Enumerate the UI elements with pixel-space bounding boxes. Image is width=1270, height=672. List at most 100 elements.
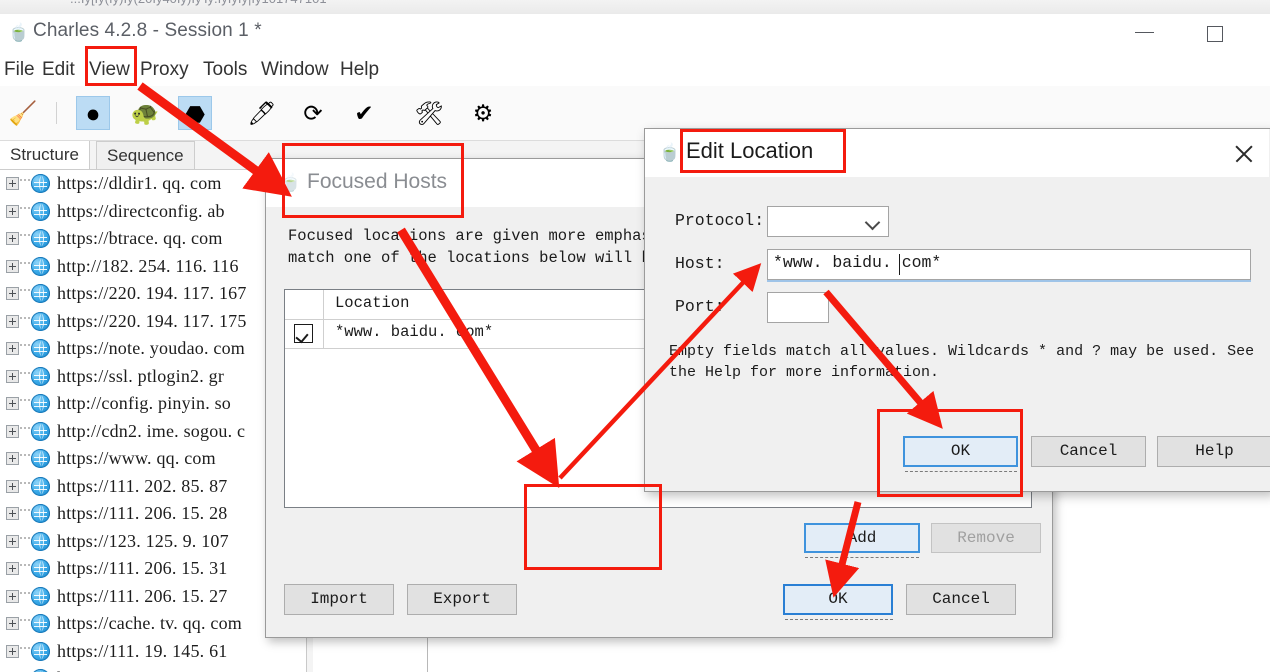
tree-row[interactable]: https://111. 206. 15. 27	[0, 583, 306, 611]
host-autocomplete-suggestion[interactable]: *www. baidu. com*	[767, 280, 1251, 290]
location-enabled-checkbox[interactable]	[294, 324, 313, 343]
minimize-button[interactable]	[1122, 14, 1168, 52]
tree-row[interactable]: https://cache. tv. qq. com	[0, 610, 306, 638]
tree-row[interactable]: https://111. 19. 145. 61	[0, 638, 306, 666]
background-window-ghost-text: ...Ìý[Ìý(Ìý)Ìý(20Ìý40Ìý)Ìý'Ìý.ÌýÌýÌý|Ìý1…	[70, 0, 327, 6]
tree-row-label: https://111. 12. 179. 100	[57, 668, 237, 672]
tree-row[interactable]: https://www. qq. com	[0, 445, 306, 473]
tree-connector	[20, 454, 30, 458]
gear-icon[interactable]: ⚙	[466, 96, 500, 130]
tree-connector	[20, 591, 30, 596]
menu-item-help[interactable]: Help	[340, 54, 379, 85]
broom-icon[interactable]: 🧹	[6, 96, 40, 130]
tree-row[interactable]: https://111. 202. 85. 87	[0, 473, 306, 501]
menu-item-window[interactable]: Window	[261, 54, 329, 85]
menu-item-tools[interactable]: Tools	[203, 54, 247, 85]
host-tree[interactable]: https://dldir1. qq. com https://directcon…	[0, 170, 306, 672]
tree-row[interactable]: http://182. 254. 116. 116	[0, 253, 306, 281]
close-icon[interactable]	[1229, 139, 1259, 169]
table-row-checkbox-cell	[285, 319, 324, 348]
breakpoint-stop-icon[interactable]: ⬣	[178, 96, 212, 130]
wrench-screwdriver-icon[interactable]: 🛠	[412, 96, 446, 130]
tree-row[interactable]: http://config. pinyin. so	[0, 390, 306, 418]
expand-plus-icon[interactable]	[6, 314, 19, 328]
tree-row[interactable]: http://cdn2. ime. sogou. c	[0, 418, 306, 446]
tree-row[interactable]: https://111. 206. 15. 31	[0, 555, 306, 583]
menu-item-file[interactable]: File	[4, 54, 35, 85]
expand-plus-icon[interactable]	[6, 534, 19, 548]
tree-row-label: https://cache. tv. qq. com	[57, 613, 242, 633]
expand-plus-icon[interactable]	[6, 562, 19, 575]
menu-item-view[interactable]: View	[89, 54, 130, 85]
focused-hosts-add-button[interactable]: Add	[804, 523, 920, 553]
focused-hosts-remove-button[interactable]: Remove	[931, 523, 1041, 553]
globe-icon	[31, 586, 50, 606]
maximize-button[interactable]	[1192, 14, 1238, 52]
tree-row[interactable]: https://123. 125. 9. 107	[0, 528, 306, 556]
expand-plus-icon[interactable]	[6, 479, 19, 493]
expand-plus-icon[interactable]	[6, 424, 19, 438]
turtle-icon[interactable]: 🐢	[128, 96, 162, 130]
tree-connector	[20, 234, 30, 238]
expand-plus-icon[interactable]	[6, 397, 19, 410]
expand-plus-icon[interactable]	[6, 617, 19, 630]
expand-plus-icon[interactable]	[6, 259, 19, 273]
pen-icon[interactable]: 🖊	[245, 96, 279, 130]
expand-plus-icon[interactable]	[6, 507, 19, 520]
tree-row-label: https://111. 206. 15. 27	[57, 585, 228, 606]
expand-plus-icon[interactable]	[6, 452, 19, 465]
window-title: Charles 4.2.8 - Session 1 *	[33, 20, 262, 41]
expand-plus-icon[interactable]	[6, 369, 19, 383]
tree-row-label: http://cdn2. ime. sogou. c	[57, 420, 246, 441]
tree-row-label: https://111. 206. 15. 28	[57, 503, 228, 523]
globe-icon	[31, 339, 50, 358]
tree-row[interactable]: https://directconfig. ab	[0, 198, 306, 226]
tree-row-label: https://220. 194. 117. 175	[57, 310, 247, 331]
expand-plus-icon[interactable]	[6, 342, 19, 355]
expand-plus-icon[interactable]	[6, 204, 19, 218]
tree-row-label: https://directconfig. ab	[57, 200, 225, 221]
globe-icon	[31, 311, 50, 331]
expand-plus-icon[interactable]	[6, 589, 19, 603]
tree-row[interactable]: https://dldir1. qq. com	[0, 170, 306, 198]
globe-icon	[31, 614, 50, 633]
tree-row[interactable]: https://btrace. qq. com	[0, 225, 306, 253]
tree-row[interactable]: https://note. youdao. com	[0, 335, 306, 363]
tree-connector	[20, 536, 30, 541]
expand-plus-icon[interactable]	[6, 177, 19, 190]
tree-connector	[20, 426, 30, 431]
tree-row-label: https://ssl. ptlogin2. gr	[57, 365, 225, 386]
edit-location-help-button[interactable]: Help	[1157, 436, 1270, 467]
expand-plus-icon[interactable]	[6, 287, 19, 300]
focused-hosts-import-button[interactable]: Import	[284, 584, 394, 615]
protocol-select[interactable]	[767, 206, 889, 237]
expand-plus-icon[interactable]	[6, 644, 19, 658]
focused-hosts-cancel-button[interactable]: Cancel	[906, 584, 1016, 615]
tab-structure[interactable]: Structure	[0, 141, 90, 169]
menu-item-edit[interactable]: Edit	[42, 54, 75, 85]
tree-row[interactable]: https://ssl. ptlogin2. gr	[0, 363, 306, 391]
tab-sequence[interactable]: Sequence	[96, 141, 195, 169]
edit-location-ok-button[interactable]: OK	[903, 436, 1018, 467]
tree-row[interactable]: https://220. 194. 117. 167	[0, 280, 306, 308]
tree-row[interactable]: https://111. 12. 179. 100	[0, 665, 306, 672]
repeat-refresh-icon[interactable]: ⟳	[296, 96, 330, 130]
port-input[interactable]	[767, 292, 829, 323]
tree-row[interactable]: https://220. 194. 117. 175	[0, 308, 306, 336]
expand-plus-icon[interactable]	[6, 232, 19, 245]
edit-location-cancel-button[interactable]: Cancel	[1031, 436, 1146, 467]
table-header-checkbox-cell	[285, 290, 324, 319]
table-row-location: *www. baidu. com*	[335, 323, 494, 341]
focused-hosts-export-button[interactable]: Export	[407, 584, 517, 615]
tree-connector	[20, 179, 30, 183]
globe-icon	[31, 284, 50, 303]
menu-item-proxy[interactable]: Proxy	[140, 54, 189, 85]
check-icon[interactable]: ✔	[347, 96, 381, 130]
focused-hosts-ok-button[interactable]: OK	[783, 584, 893, 615]
record-icon[interactable]: ⏺	[76, 96, 110, 130]
host-input[interactable]: *www. baidu. com*	[767, 249, 1251, 280]
globe-icon	[31, 256, 50, 276]
globe-icon	[31, 366, 50, 386]
background-window-sliver: ...Ìý[Ìý(Ìý)Ìý(20Ìý40Ìý)Ìý'Ìý.ÌýÌýÌý|Ìý1…	[0, 0, 1270, 15]
tree-row[interactable]: https://111. 206. 15. 28	[0, 500, 306, 528]
